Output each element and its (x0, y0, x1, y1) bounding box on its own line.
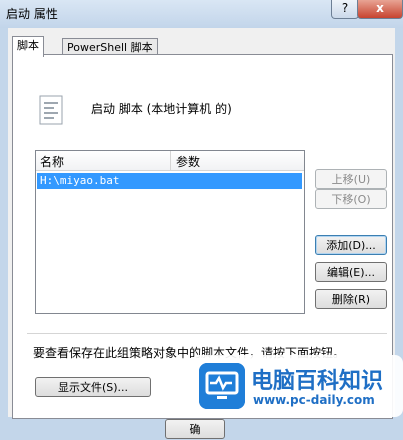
edit-button[interactable]: 编辑(E)... (315, 262, 387, 282)
move-up-button[interactable]: 上移(U) (315, 169, 387, 189)
column-name[interactable]: 名称 (40, 153, 64, 170)
window-title: 启动 属性 (6, 7, 58, 21)
help-button[interactable]: ? (331, 0, 359, 19)
script-file-icon (39, 95, 63, 125)
show-files-button[interactable]: 显示文件(S)... (35, 377, 151, 397)
watermark-url: www.pc-daily.com (253, 393, 375, 407)
column-divider[interactable] (170, 151, 171, 170)
add-button[interactable]: 添加(D)... (315, 235, 387, 255)
monitor-logo-icon (199, 363, 245, 409)
column-params[interactable]: 参数 (176, 153, 200, 170)
list-item[interactable]: H:\miyao.bat (37, 173, 302, 189)
title-bar: 启动 属性 ? x (0, 0, 403, 28)
divider (27, 333, 387, 334)
list-item-name: H:\miyao.bat (40, 174, 120, 187)
scripts-heading: 启动 脚本 (本地计算机 的) (91, 102, 232, 116)
ok-button[interactable]: 确 (165, 419, 225, 439)
scripts-list[interactable]: 名称 参数 H:\miyao.bat (35, 150, 305, 314)
watermark-name: 电脑百科知识 (251, 369, 384, 394)
delete-button[interactable]: 删除(R) (315, 289, 387, 309)
tab-scripts[interactable]: 脚本 (12, 36, 44, 57)
move-down-button[interactable]: 下移(O) (315, 189, 387, 209)
list-header: 名称 参数 (36, 151, 304, 171)
site-watermark: 电脑百科知识 www.pc-daily.com (191, 355, 403, 417)
close-button[interactable]: x (357, 0, 403, 19)
